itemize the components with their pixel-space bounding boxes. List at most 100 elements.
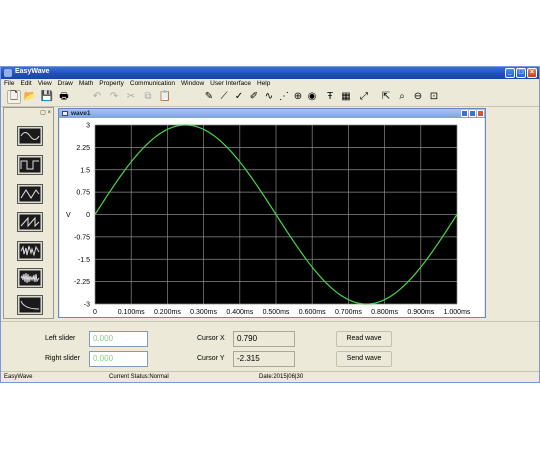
open-folder-icon[interactable]: 📂 bbox=[23, 90, 37, 104]
app-window: EasyWave _ □ × File Edit View Draw Math … bbox=[0, 66, 540, 383]
left-slider-field[interactable]: 0.000 bbox=[89, 331, 148, 347]
menu-bar: File Edit View Draw Math Property Commun… bbox=[1, 79, 539, 88]
status-date: Date:2015|06|30 bbox=[259, 374, 304, 380]
cursor-y-field: -2.315 bbox=[233, 351, 295, 367]
x-tick-label: 0.100ms bbox=[118, 309, 145, 316]
x-tick-label: 0.900ms bbox=[407, 309, 434, 316]
control-panel: Left slider 0.000 Right slider 0.000 Cur… bbox=[1, 321, 539, 374]
y-tick-label: -3 bbox=[84, 302, 90, 309]
y-tick-label: -0.75 bbox=[74, 234, 90, 241]
redo-icon[interactable]: ↷ bbox=[107, 90, 121, 104]
autoscale-icon[interactable]: ⤢ bbox=[357, 90, 371, 104]
window-title: EasyWave bbox=[15, 68, 50, 75]
pen-icon[interactable]: ✎ bbox=[202, 90, 216, 104]
am-wave-icon bbox=[19, 270, 41, 286]
x-tick-label: 0.400ms bbox=[226, 309, 253, 316]
dotted-cursor-icon[interactable]: ⋰ bbox=[277, 90, 291, 104]
grid-icon[interactable]: ▦ bbox=[339, 90, 353, 104]
x-tick-label: 0.300ms bbox=[190, 309, 217, 316]
line-pen-icon[interactable]: ⟋ bbox=[217, 90, 231, 104]
title-bar[interactable]: EasyWave _ □ × bbox=[1, 67, 539, 79]
tt-icon[interactable]: Ŧ bbox=[323, 90, 337, 104]
menu-communication[interactable]: Communication bbox=[127, 79, 178, 88]
right-slider-label: Right slider bbox=[45, 355, 81, 362]
ramp-wave-button[interactable] bbox=[17, 212, 43, 232]
sine-wave-icon bbox=[19, 128, 41, 144]
wave-plus-icon[interactable]: ⊕ bbox=[291, 90, 305, 104]
noise-wave-icon bbox=[19, 243, 41, 259]
x-tick-label: 0.700ms bbox=[335, 309, 362, 316]
cut-icon[interactable]: ✂ bbox=[124, 90, 138, 104]
noise-wave-button[interactable] bbox=[17, 241, 43, 261]
wave-plot[interactable]: 0 0.100ms 0.200ms 0.300ms 0.400ms 0.500ms 0.60… bbox=[59, 118, 485, 317]
wave-window-titlebar[interactable]: wave1 bbox=[59, 109, 485, 118]
record-icon[interactable]: ◉ bbox=[305, 90, 319, 104]
x-tick-label: 0 bbox=[93, 309, 97, 316]
right-slider-field[interactable]: 0.000 bbox=[89, 351, 148, 367]
x-tick-label: 0.600ms bbox=[299, 309, 326, 316]
read-wave-button[interactable]: Read wave bbox=[336, 331, 392, 347]
wave-window: wave1 0 0.100ms 0.200ms 0.300ms 0.400ms 0.500… bbox=[58, 108, 486, 318]
square-wave-icon bbox=[19, 157, 41, 173]
menu-property[interactable]: Property bbox=[96, 79, 127, 88]
menu-draw[interactable]: Draw bbox=[55, 79, 76, 88]
menu-math[interactable]: Math bbox=[76, 79, 96, 88]
triangle-wave-button[interactable] bbox=[17, 184, 43, 204]
wave-window-icon bbox=[62, 111, 68, 116]
sine-wave-button[interactable] bbox=[17, 126, 43, 146]
menu-window[interactable]: Window bbox=[178, 79, 207, 88]
menu-file[interactable]: File bbox=[1, 79, 17, 88]
zoom-box-icon[interactable]: ⊡ bbox=[427, 90, 441, 104]
close-button[interactable]: × bbox=[527, 68, 537, 78]
square-wave-button[interactable] bbox=[17, 155, 43, 175]
toolbar: 🗋 📂 💾 🖶 ↶ ↷ ✂ ⧉ 📋 ✎ ⟋ ✓ ✐ ∿ ⋰ ⊕ ◉ Ŧ ▦ ⤢ ⇱ ⌕ ⊖ ⊡ bbox=[1, 89, 539, 107]
cursor-x-label: Cursor X bbox=[197, 335, 225, 342]
menu-help[interactable]: Help bbox=[254, 79, 273, 88]
y-tick-label: 0 bbox=[86, 212, 90, 219]
panel-controls[interactable]: ▢ × bbox=[40, 109, 51, 116]
wave-shape-panel: ▢ × bbox=[3, 107, 54, 319]
cursor-y-label: Cursor Y bbox=[197, 355, 225, 362]
status-bar: EasyWave Current Status:Normal Date:2015… bbox=[1, 371, 539, 382]
wave-close-button[interactable] bbox=[477, 110, 484, 117]
y-tick-label: -2.25 bbox=[74, 279, 90, 286]
minimize-button[interactable]: _ bbox=[505, 68, 515, 78]
cursor-x-field: 0.790 bbox=[233, 331, 295, 347]
copy-icon[interactable]: ⧉ bbox=[141, 90, 155, 104]
new-file-icon[interactable]: 🗋 bbox=[7, 90, 21, 104]
zoom-out-icon[interactable]: ⇱ bbox=[379, 90, 393, 104]
exp-wave-icon bbox=[19, 297, 41, 313]
wave-minimize-button[interactable] bbox=[461, 110, 468, 117]
wave-maximize-button[interactable] bbox=[469, 110, 476, 117]
ramp-wave-icon bbox=[19, 214, 41, 230]
x-tick-label: 0.500ms bbox=[263, 309, 290, 316]
maximize-button[interactable]: □ bbox=[516, 68, 526, 78]
app-icon bbox=[4, 69, 12, 77]
wave-window-title: wave1 bbox=[71, 110, 91, 117]
sine-pen-icon[interactable]: ∿ bbox=[262, 90, 276, 104]
undo-icon[interactable]: ↶ bbox=[90, 90, 104, 104]
marker-pen-icon[interactable]: ✐ bbox=[247, 90, 261, 104]
check-pen-icon[interactable]: ✓ bbox=[232, 90, 246, 104]
y-tick-label: 0.75 bbox=[76, 190, 90, 197]
y-axis-label: V bbox=[66, 212, 71, 219]
zoom-fit-icon[interactable]: ⊖ bbox=[411, 90, 425, 104]
x-tick-label: 1.000ms bbox=[444, 309, 471, 316]
print-icon[interactable]: 🖶 bbox=[57, 90, 71, 104]
send-wave-button[interactable]: Send wave bbox=[336, 351, 392, 367]
status-current: Current Status:Normal bbox=[109, 374, 169, 380]
am-wave-button[interactable] bbox=[17, 268, 43, 288]
zoom-in-icon[interactable]: ⌕ bbox=[395, 90, 409, 104]
menu-view[interactable]: View bbox=[35, 79, 55, 88]
y-tick-label: 1.5 bbox=[80, 167, 90, 174]
menu-edit[interactable]: Edit bbox=[17, 79, 34, 88]
triangle-wave-icon bbox=[19, 186, 41, 202]
y-tick-label: 3 bbox=[86, 123, 90, 130]
paste-icon[interactable]: 📋 bbox=[158, 90, 172, 104]
y-tick-label: 2.25 bbox=[76, 145, 90, 152]
x-tick-label: 0.800ms bbox=[371, 309, 398, 316]
exp-wave-button[interactable] bbox=[17, 295, 43, 315]
save-icon[interactable]: 💾 bbox=[40, 90, 54, 104]
left-slider-label: Left slider bbox=[45, 335, 76, 342]
menu-user-interface[interactable]: User Interface bbox=[207, 79, 254, 88]
